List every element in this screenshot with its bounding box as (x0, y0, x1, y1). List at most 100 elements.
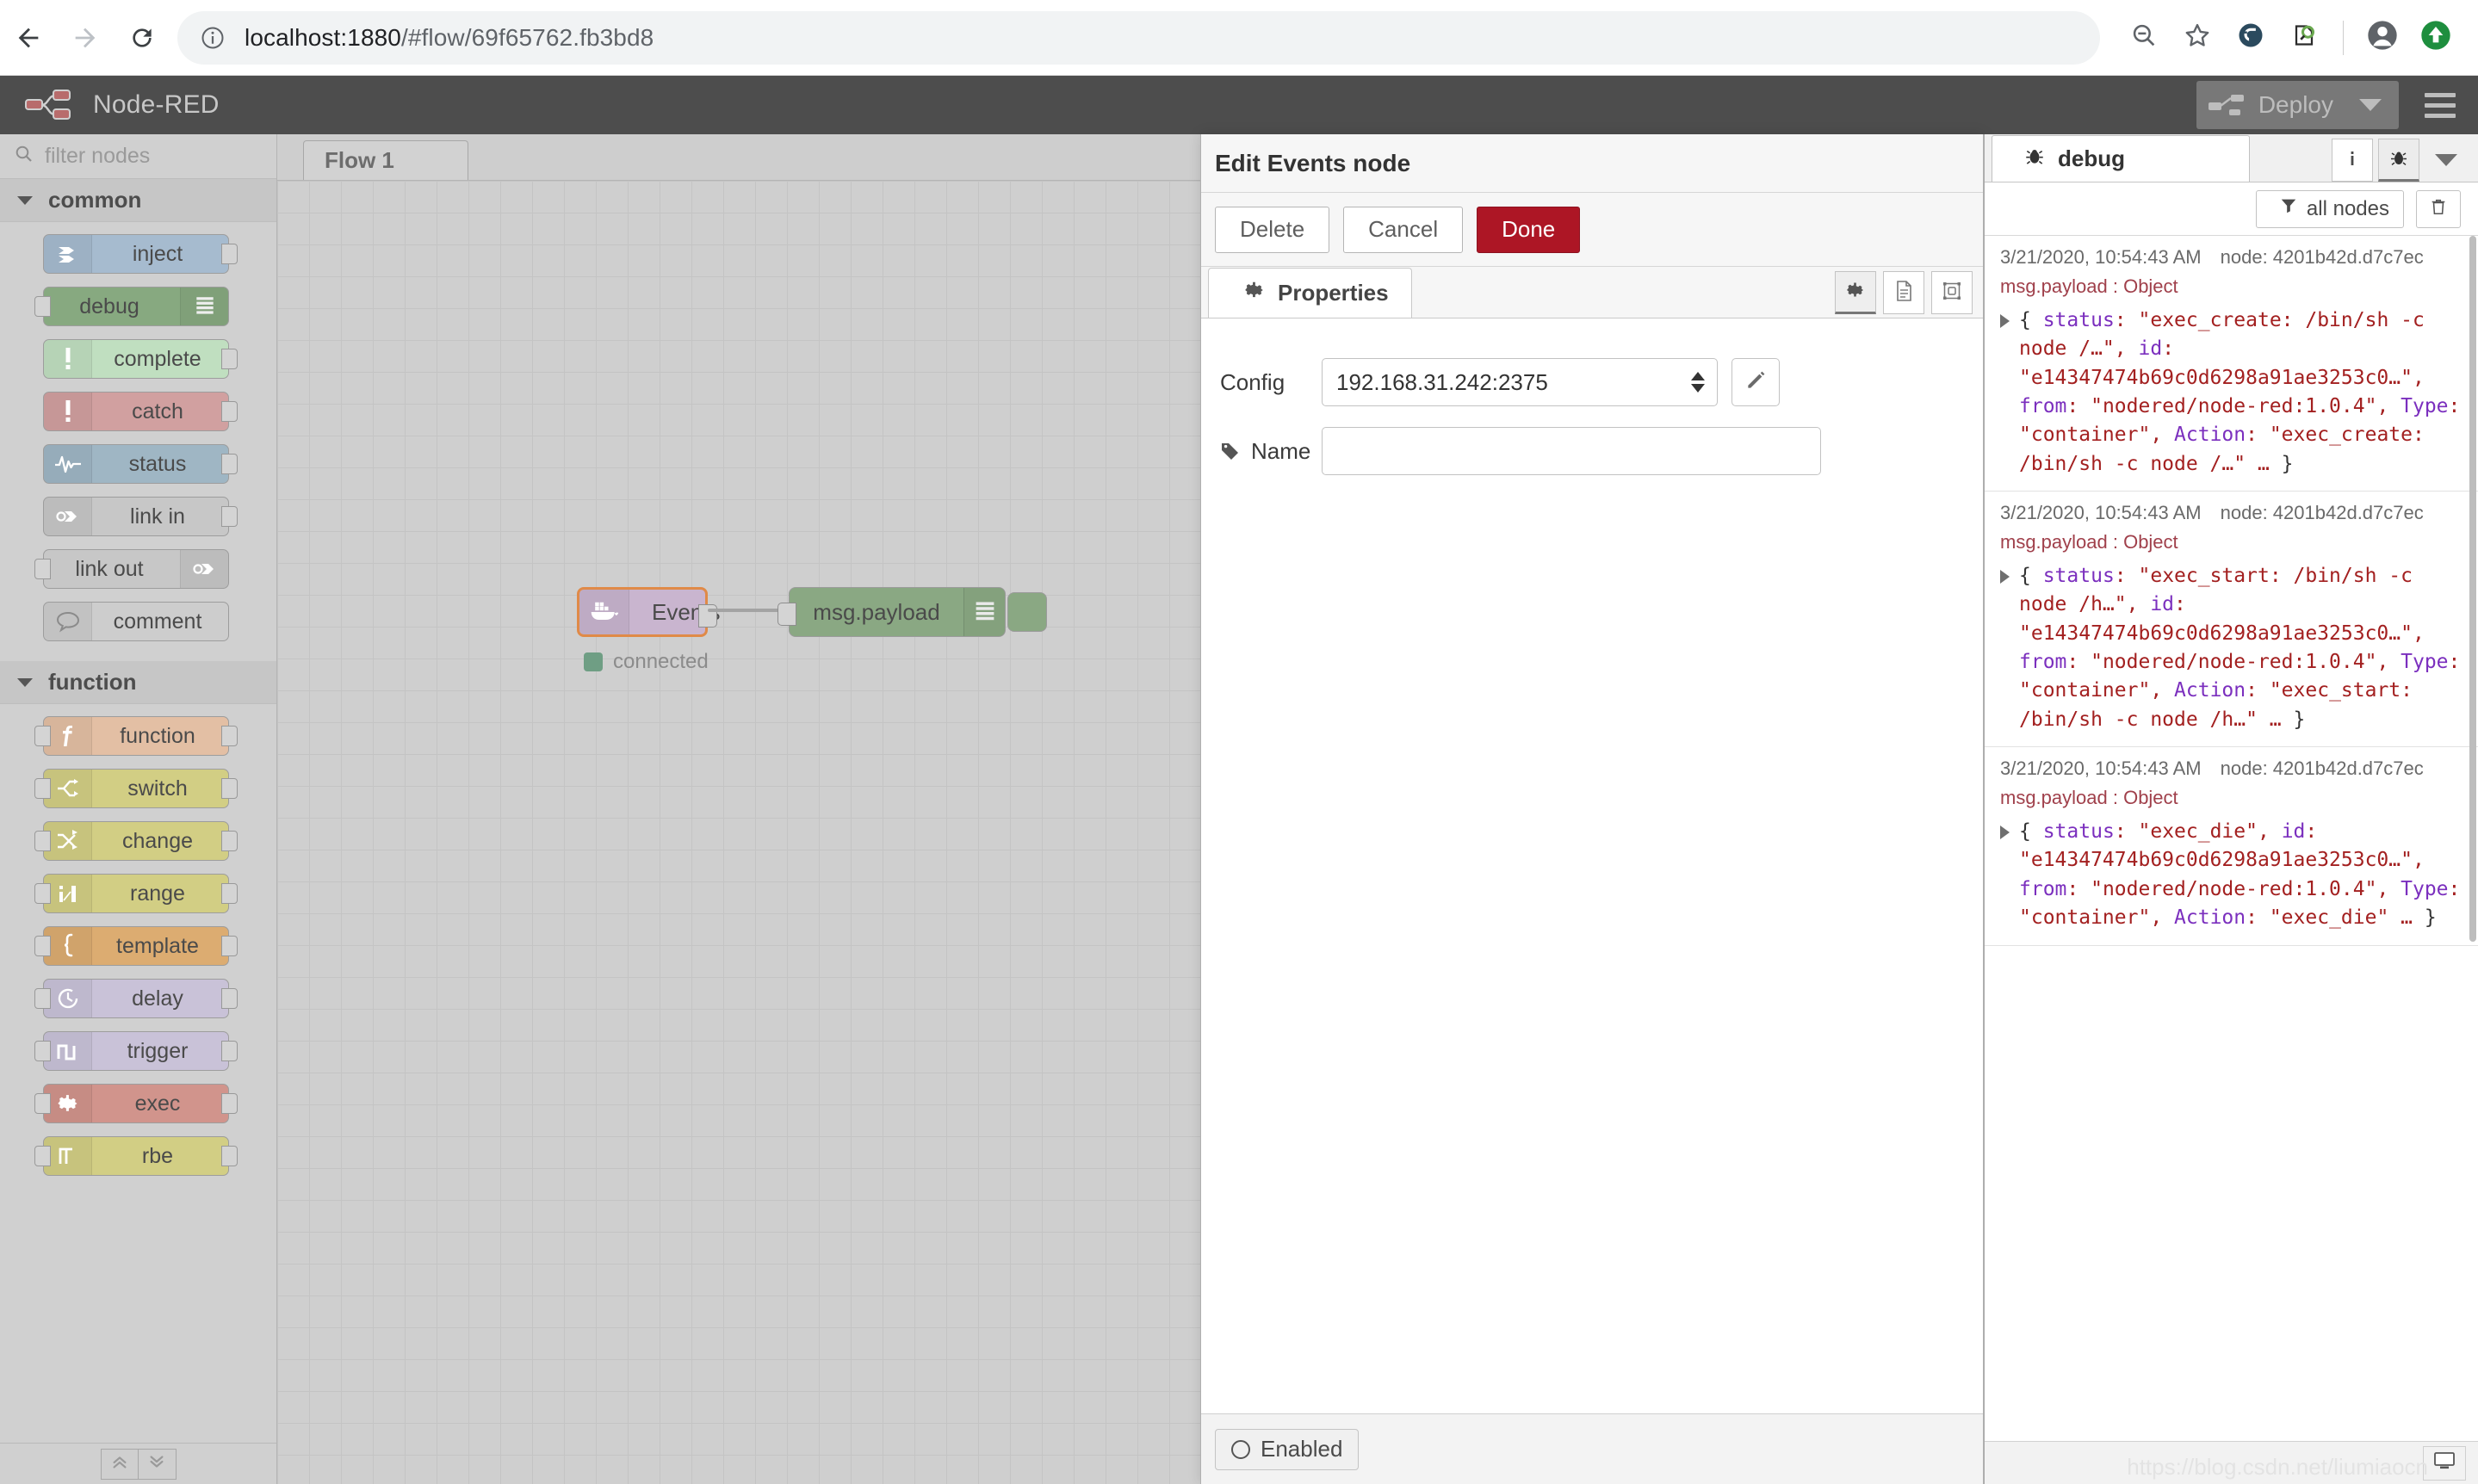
palette-node-exec[interactable]: exec (34, 1084, 238, 1123)
palette-node-label: delay (132, 986, 183, 1011)
main-menu-button[interactable] (2418, 87, 2463, 124)
debug-lines-icon (180, 288, 228, 325)
back-button[interactable] (0, 9, 57, 66)
zoom-out-button[interactable] (2117, 11, 2171, 65)
palette-node-change[interactable]: change (34, 821, 238, 861)
dialog-title: Edit Events node (1201, 134, 1983, 193)
palette-node-rbe[interactable]: rbe (34, 1136, 238, 1176)
done-button[interactable]: Done (1477, 206, 1581, 253)
extension-button-1[interactable] (2224, 11, 2277, 65)
debug-message[interactable]: 3/21/2020, 10:54:43 AM node: 4201b42d.d7c… (1985, 492, 2478, 748)
cancel-button[interactable]: Cancel (1343, 206, 1464, 253)
debug-source-node[interactable]: node: 4201b42d.d7c7ec (2221, 502, 2424, 523)
palette-footer (0, 1443, 276, 1484)
spinner-icon[interactable] (1691, 372, 1705, 393)
clear-messages-button[interactable] (2416, 189, 2461, 228)
palette-node-label: exec (134, 1091, 181, 1116)
palette-node-link-out[interactable]: link out (34, 549, 229, 589)
palette-node-output-port (221, 506, 238, 527)
bookmark-button[interactable] (2171, 11, 2224, 65)
switch-branch-icon (44, 770, 92, 807)
payload-token: : (2162, 337, 2175, 361)
flow-node-debug[interactable]: msg.payload (777, 587, 1006, 637)
enabled-toggle-button[interactable]: Enabled (1215, 1428, 1360, 1470)
gear-icon (44, 1085, 92, 1122)
expand-triangle-icon[interactable] (2000, 314, 2010, 328)
config-label: Config (1220, 368, 1285, 395)
template-brace-icon (44, 927, 92, 965)
palette-node-link-in[interactable]: link in (43, 497, 238, 536)
node-red-logo-icon (24, 88, 77, 122)
palette-node-function[interactable]: function (34, 716, 238, 756)
palette-search[interactable]: filter nodes (0, 134, 276, 179)
palette-node-inject[interactable]: inject (43, 234, 238, 274)
payload-token: , (2412, 366, 2425, 389)
sidebar-tab-debug[interactable]: debug (1992, 135, 2250, 182)
info-tab-button[interactable] (2332, 139, 2373, 182)
palette-node-comment[interactable]: comment (43, 602, 229, 641)
debug-message-meta: 3/21/2020, 10:54:43 AM node: 4201b42d.d7c… (2000, 757, 2463, 780)
palette-category-header-function[interactable]: function (0, 661, 276, 704)
name-input[interactable] (1322, 427, 1821, 475)
sidebar-tab-label: debug (2058, 145, 2125, 171)
debug-node-toggle-button[interactable] (1007, 592, 1047, 632)
debug-input-port[interactable] (777, 603, 796, 626)
expand-triangle-icon[interactable] (2000, 570, 2010, 584)
debug-source-node[interactable]: node: 4201b42d.d7c7ec (2221, 246, 2424, 268)
debug-tab-button[interactable] (2378, 139, 2419, 182)
extension-button-2[interactable] (2277, 11, 2331, 65)
palette-node-label: link out (75, 556, 144, 581)
palette-category-label: common (48, 187, 142, 213)
config-select[interactable]: 192.168.31.242:2375 (1322, 358, 1718, 406)
flow-tab-1[interactable]: Flow 1 (303, 140, 468, 180)
address-bar[interactable]: localhost:1880/#flow/69f65762.fb3bd8 (177, 10, 2100, 65)
debug-message[interactable]: 3/21/2020, 10:54:43 AM node: 4201b42d.d7c… (1985, 747, 2478, 946)
payload-token: : (2114, 820, 2139, 844)
palette-node-debug[interactable]: debug (34, 287, 229, 326)
chevron-down-icon[interactable] (2359, 99, 2382, 111)
expand-triangle-icon[interactable] (2000, 825, 2010, 840)
palette-node-switch[interactable]: switch (34, 769, 238, 808)
forward-button[interactable] (57, 9, 114, 66)
config-edit-button[interactable] (1732, 358, 1780, 406)
tab-properties[interactable]: Properties (1208, 268, 1412, 318)
payload-token: : (2066, 395, 2091, 418)
collapse-all-button[interactable] (100, 1448, 139, 1480)
expand-all-button[interactable] (138, 1448, 177, 1480)
filter-nodes-button[interactable]: all nodes (2255, 189, 2404, 228)
payload-token: } (2281, 452, 2294, 475)
properties-icon-button[interactable] (1835, 271, 1876, 314)
palette-node-template[interactable]: template (34, 926, 238, 966)
palette-node-delay[interactable]: delay (34, 979, 238, 1018)
delete-button[interactable]: Delete (1215, 206, 1330, 253)
reload-button[interactable] (114, 9, 170, 66)
comment-bubble-icon (44, 603, 92, 640)
appearance-icon-button[interactable] (1931, 271, 1973, 314)
palette-node-trigger[interactable]: trigger (34, 1031, 238, 1071)
payload-token: , (2257, 820, 2282, 844)
flow-node-events[interactable]: Events (577, 587, 721, 637)
palette-node-output-port (221, 244, 238, 264)
profile-button[interactable] (2356, 11, 2409, 65)
range-bars-icon (44, 875, 92, 912)
palette-node-label: template (116, 933, 199, 958)
palette-node-range[interactable]: range (34, 874, 238, 913)
update-button[interactable] (2409, 11, 2463, 65)
palette-node-complete[interactable]: complete (43, 339, 238, 379)
debug-message-list[interactable]: 3/21/2020, 10:54:43 AM node: 4201b42d.d7c… (1985, 236, 2478, 1441)
palette-node-catch[interactable]: catch (43, 392, 238, 431)
debug-message[interactable]: 3/21/2020, 10:54:43 AM node: 4201b42d.d7c… (1985, 236, 2478, 492)
sidebar-more-button[interactable] (2435, 154, 2457, 166)
description-icon-button[interactable] (1883, 271, 1924, 314)
payload-token: , (2150, 679, 2175, 702)
debug-scrollbar[interactable] (2469, 236, 2476, 942)
name-row: Name (1220, 427, 1952, 475)
app-logo[interactable]: Node-RED (24, 88, 220, 122)
palette-node-status[interactable]: status (43, 444, 238, 484)
payload-token: Type (2401, 395, 2449, 418)
site-info-icon[interactable] (200, 25, 226, 51)
deploy-button[interactable]: Deploy (2196, 81, 2399, 129)
open-window-button[interactable] (2423, 1445, 2466, 1481)
debug-source-node[interactable]: node: 4201b42d.d7c7ec (2221, 757, 2424, 779)
palette-category-header-common[interactable]: common (0, 179, 276, 222)
